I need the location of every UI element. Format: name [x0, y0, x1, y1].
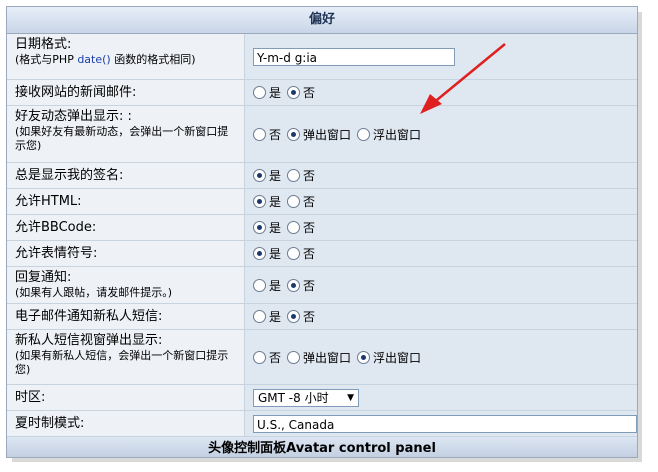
- red-arrow-icon: [420, 43, 506, 114]
- arrow-shaft: [431, 43, 506, 105]
